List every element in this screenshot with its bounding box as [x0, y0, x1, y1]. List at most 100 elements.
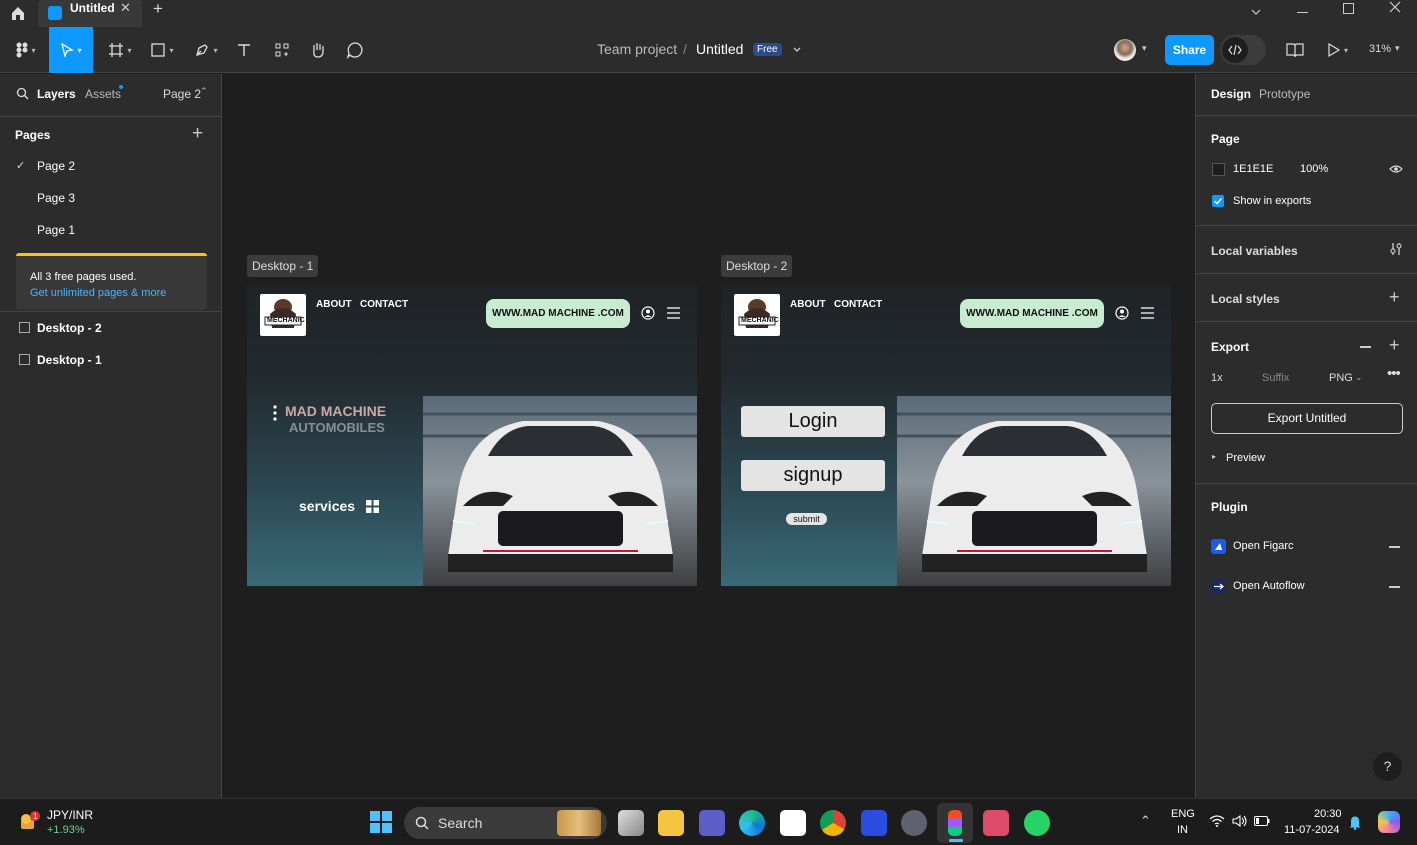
grid-icon[interactable]	[366, 500, 379, 513]
tab-layers[interactable]: Layers	[37, 87, 76, 101]
close-tab-icon[interactable]: ✕	[120, 0, 131, 16]
library-book-icon[interactable]	[1286, 42, 1304, 58]
export-button[interactable]: Export Untitled	[1211, 403, 1403, 434]
clock-time[interactable]: 20:30	[1314, 808, 1342, 820]
teams-icon[interactable]	[699, 810, 725, 836]
remove-plugin-icon[interactable]	[1389, 546, 1400, 548]
main-menu-button[interactable]: ▾	[12, 37, 40, 63]
add-export-icon[interactable]: +	[1389, 335, 1400, 356]
remove-export-icon[interactable]	[1360, 346, 1371, 348]
submit-button[interactable]: submit	[786, 513, 827, 525]
hand-tool-button[interactable]	[308, 37, 328, 63]
variables-settings-icon[interactable]	[1389, 242, 1403, 256]
page-selector-chevron-icon[interactable]: ⌃	[200, 86, 208, 97]
text-tool-button[interactable]	[235, 37, 253, 63]
new-tab-button[interactable]: +	[153, 0, 163, 19]
clock-date[interactable]: 11-07-2024	[1284, 824, 1339, 836]
background-opacity-value[interactable]: 100%	[1300, 163, 1328, 175]
page-item-page-3[interactable]: Page 3	[37, 191, 75, 205]
file-explorer-icon[interactable]	[658, 810, 684, 836]
whatsapp-icon[interactable]	[1024, 810, 1050, 836]
add-style-icon[interactable]: +	[1389, 287, 1400, 308]
frame-desktop-2[interactable]: MECHANIC ABOUT CONTACT WWW.MAD MACHINE .…	[721, 284, 1171, 586]
local-styles-label[interactable]: Local styles	[1211, 292, 1280, 306]
chrome-icon[interactable]	[820, 810, 846, 836]
avatar[interactable]	[1114, 39, 1136, 61]
plugin-open-autoflow[interactable]: Open Autoflow	[1233, 580, 1305, 592]
search-icon[interactable]	[16, 87, 29, 100]
help-button[interactable]: ?	[1373, 752, 1402, 781]
url-pill[interactable]: WWW.MAD MACHINE .COM	[486, 299, 630, 328]
stocks-widget-icon[interactable]: 1	[18, 811, 40, 833]
avatar-chevron-icon[interactable]: ▾	[1142, 43, 1147, 54]
tab-assets[interactable]: Assets	[85, 87, 121, 101]
region-code[interactable]: IN	[1177, 824, 1188, 836]
search-box[interactable]: Search	[404, 807, 607, 839]
file-menu-chevron-icon[interactable]	[792, 45, 802, 55]
tab-prototype[interactable]: Prototype	[1259, 87, 1310, 101]
breadcrumb-project[interactable]: Team project	[597, 41, 677, 57]
frame-tool-button[interactable]: ▾	[105, 37, 135, 63]
resources-tool-button[interactable]	[273, 37, 291, 63]
page-selector[interactable]: Page 2	[163, 87, 201, 101]
shape-tool-button[interactable]: ▾	[147, 37, 177, 63]
services-label[interactable]: services	[299, 498, 355, 514]
tabs-dropdown-icon[interactable]	[1250, 6, 1262, 18]
preview-caret-icon[interactable]: ▸	[1212, 452, 1216, 461]
export-more-icon[interactable]: •••	[1387, 365, 1401, 382]
dev-mode-toggle[interactable]	[1220, 35, 1266, 65]
move-tool-button[interactable]: ▾	[49, 27, 93, 73]
task-view-icon[interactable]	[618, 810, 644, 836]
remove-plugin-icon[interactable]	[1389, 586, 1400, 588]
nav-contact[interactable]: CONTACT	[834, 299, 882, 310]
preview-toggle[interactable]: Preview	[1226, 452, 1265, 464]
canvas[interactable]: Desktop - 1 MECHANIC ABOUT CONTACT WWW.M…	[223, 74, 1195, 798]
layer-desktop-2[interactable]: Desktop - 2	[37, 321, 102, 335]
volume-icon[interactable]	[1232, 815, 1248, 827]
windows-start-icon[interactable]	[370, 811, 392, 833]
tab-design[interactable]: Design	[1211, 87, 1251, 101]
page-item-page-1[interactable]: Page 1	[37, 223, 75, 237]
settings-app-icon[interactable]	[901, 810, 927, 836]
user-icon[interactable]	[641, 306, 655, 320]
format-chevron-icon[interactable]: ⌄	[1355, 372, 1363, 383]
nav-about[interactable]: ABOUT	[316, 299, 352, 310]
nav-about[interactable]: ABOUT	[790, 299, 826, 310]
local-variables-label[interactable]: Local variables	[1211, 244, 1298, 258]
file-tab[interactable]: Untitled ✕	[38, 0, 142, 27]
show-in-exports-checkbox[interactable]	[1212, 195, 1224, 207]
battery-icon[interactable]	[1254, 816, 1270, 826]
hamburger-menu-icon[interactable]	[1140, 306, 1155, 320]
add-page-icon[interactable]: +	[192, 123, 203, 145]
zoom-level[interactable]: 31%	[1369, 43, 1391, 55]
home-icon[interactable]	[10, 5, 26, 21]
url-pill[interactable]: WWW.MAD MACHINE .COM	[960, 299, 1104, 328]
upgrade-link[interactable]: Get unlimited pages & more	[30, 287, 166, 299]
figma-app-icon[interactable]	[948, 810, 962, 836]
page-item-page-2[interactable]: Page 2	[37, 159, 75, 173]
signup-button[interactable]: signup	[741, 460, 885, 491]
layer-desktop-1[interactable]: Desktop - 1	[37, 353, 102, 367]
minimize-icon[interactable]	[1297, 12, 1308, 13]
background-color-swatch[interactable]	[1212, 163, 1225, 176]
notes-app-icon[interactable]	[861, 810, 887, 836]
notification-bell-icon[interactable]	[1348, 815, 1362, 830]
copilot-icon[interactable]	[1378, 811, 1400, 833]
wifi-icon[interactable]	[1209, 815, 1225, 827]
frame-label-desktop-2[interactable]: Desktop - 2	[721, 255, 793, 277]
hamburger-menu-icon[interactable]	[666, 306, 681, 320]
snipping-tool-icon[interactable]	[983, 810, 1009, 836]
share-button[interactable]: Share	[1165, 35, 1214, 65]
close-window-icon[interactable]	[1389, 1, 1401, 13]
restore-icon[interactable]	[1343, 3, 1354, 14]
frame-label-desktop-1[interactable]: Desktop - 1	[247, 255, 319, 277]
plugin-open-figarc[interactable]: Open Figarc	[1233, 540, 1294, 552]
zoom-chevron-icon[interactable]: ▾	[1395, 43, 1400, 54]
microsoft-store-icon[interactable]	[780, 810, 806, 836]
frame-desktop-1[interactable]: MECHANIC ABOUT CONTACT WWW.MAD MACHINE .…	[247, 284, 697, 586]
export-scale[interactable]: 1x	[1211, 372, 1223, 384]
file-name[interactable]: Untitled	[696, 41, 743, 57]
comment-tool-button[interactable]	[345, 37, 365, 63]
eye-icon[interactable]	[1389, 164, 1403, 174]
login-button[interactable]: Login	[741, 406, 885, 437]
